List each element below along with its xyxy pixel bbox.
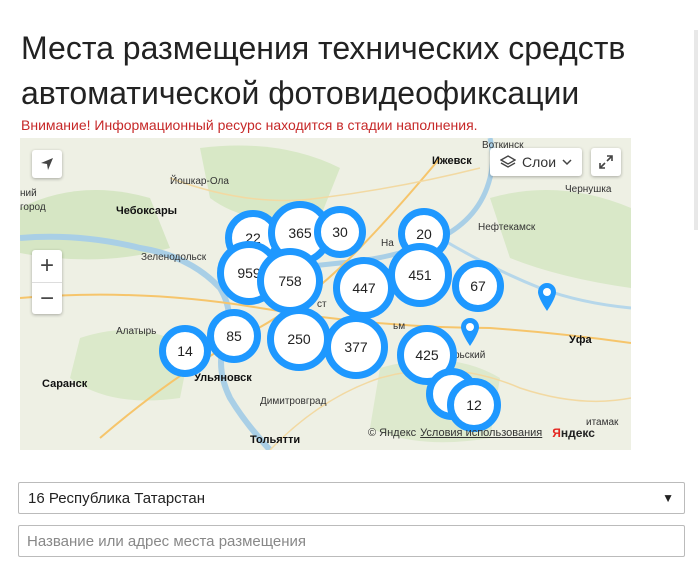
region-select[interactable]: 16 Республика Татарстан ▼ xyxy=(18,482,685,514)
cluster-marker[interactable]: 30 xyxy=(314,206,366,258)
placemark-pin[interactable] xyxy=(459,317,481,347)
place-label-yoshkar-ola: Йошкар-Ола xyxy=(170,176,229,187)
locate-button[interactable] xyxy=(32,150,62,178)
map-attribution: © Яндекс Условия использования Яндекс xyxy=(368,426,595,440)
region-select-value: 16 Республика Татарстан xyxy=(28,489,205,507)
fullscreen-button[interactable] xyxy=(591,148,621,176)
cluster-marker[interactable]: 377 xyxy=(324,315,388,379)
cluster-marker[interactable]: 85 xyxy=(207,309,261,363)
cluster-marker[interactable]: 12 xyxy=(447,378,501,432)
dropdown-arrow-icon: ▼ xyxy=(662,491,674,505)
place-search-input[interactable] xyxy=(18,525,685,557)
place-label-st: ст xyxy=(317,299,327,310)
place-label-nizhny: ний xyxy=(20,188,37,199)
place-label-izhevsk: Ижевск xyxy=(432,155,472,167)
zoom-out-button[interactable]: − xyxy=(32,282,62,314)
zoom-in-button[interactable]: + xyxy=(32,250,62,282)
place-label-cheboksary: Чебоксары xyxy=(116,205,178,217)
layers-label: Слои xyxy=(521,154,557,170)
place-label-ulyanovsk: Ульяновск xyxy=(194,372,252,384)
cluster-marker[interactable]: 250 xyxy=(267,307,331,371)
copyright-text: © Яндекс xyxy=(368,427,417,439)
place-label-rsky: рьский xyxy=(454,350,486,361)
cluster-marker[interactable]: 758 xyxy=(257,248,323,314)
place-label-neftekamsk: Нефтекамск xyxy=(478,222,536,233)
place-label-ny: ьм xyxy=(393,321,406,332)
placemark-pin[interactable] xyxy=(536,282,558,312)
cluster-marker[interactable]: 67 xyxy=(452,260,504,312)
place-label-saransk: Саранск xyxy=(42,378,88,390)
page-title: Места размещения технических средств авт… xyxy=(21,30,626,111)
terms-of-use-link[interactable]: Условия использования xyxy=(420,427,542,439)
cluster-marker[interactable]: 451 xyxy=(388,243,452,307)
layers-button[interactable]: Слои xyxy=(490,148,582,176)
zoom-control: + − xyxy=(32,250,62,314)
place-label-ufa: Уфа xyxy=(569,334,592,346)
cluster-marker[interactable]: 447 xyxy=(333,257,395,319)
warning-message: Внимание! Информационный ресурс находитс… xyxy=(21,117,478,133)
place-label-zelenodolsk: Зеленодольск xyxy=(141,252,207,263)
place-label-alatyr: Алатырь xyxy=(116,326,157,337)
place-label-gorod: город xyxy=(20,202,46,213)
place-label-tolyatti: Тольятти xyxy=(250,434,301,446)
place-label-dimitrovgrad: Димитровград xyxy=(260,396,327,407)
navigation-arrow-icon xyxy=(41,158,53,170)
map[interactable]: Воткинск Ижевск ний город Йошкар-Ола Чеб… xyxy=(20,138,631,450)
place-label-na: На xyxy=(381,238,394,249)
layers-icon xyxy=(499,155,516,168)
place-label-chernushka: Чернушка xyxy=(565,184,612,195)
page-scroll-edge xyxy=(694,30,698,230)
cluster-marker[interactable]: 14 xyxy=(159,325,211,377)
fullscreen-icon xyxy=(599,155,613,169)
chevron-down-icon xyxy=(562,159,572,166)
yandex-logo: Яндекс xyxy=(552,426,595,440)
